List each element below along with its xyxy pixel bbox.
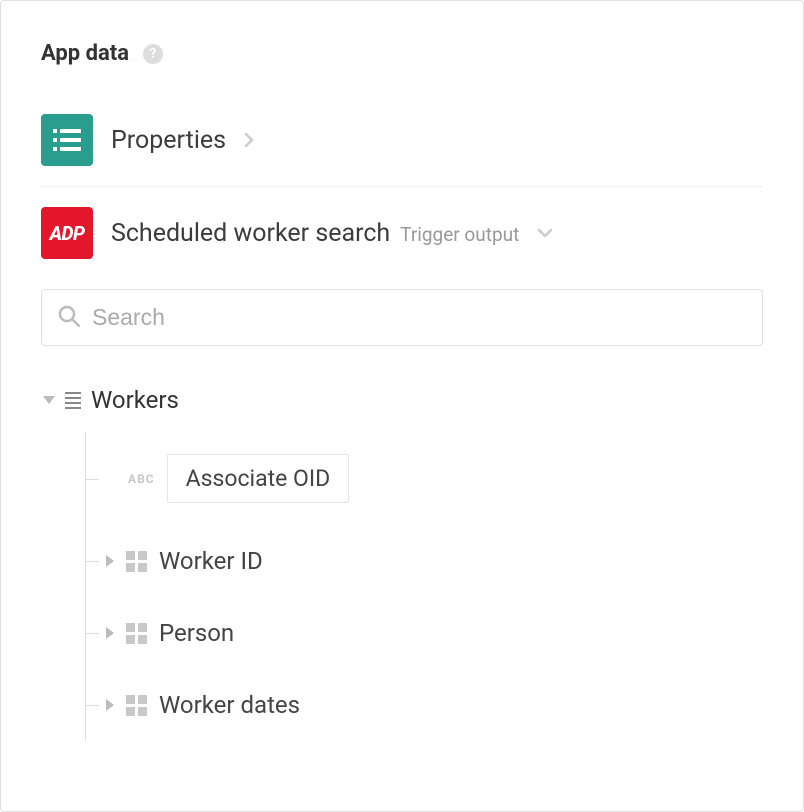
search-input[interactable] (92, 304, 746, 331)
tree-item-worker-id[interactable]: Worker ID (86, 525, 763, 597)
properties-icon (41, 114, 93, 166)
adp-icon: ADP (41, 207, 93, 259)
type-badge-text: ABC (128, 472, 155, 486)
object-icon (126, 695, 147, 716)
properties-row[interactable]: Properties (41, 94, 763, 187)
trigger-label: Scheduled worker search (111, 219, 390, 248)
chevron-down-icon (537, 228, 553, 238)
tree-children: ABC Associate OID Worker ID Person Work (85, 432, 763, 741)
tree-item-pill[interactable]: Associate OID (167, 454, 350, 503)
data-tree: Workers ABC Associate OID Worker ID Pers… (41, 386, 763, 741)
collapse-icon[interactable] (43, 396, 55, 404)
list-lines-icon (65, 392, 81, 409)
tree-root-label: Workers (91, 386, 179, 414)
panel-header: App data ? (41, 41, 763, 66)
help-icon[interactable]: ? (143, 44, 163, 64)
object-icon (126, 551, 147, 572)
tree-item-person[interactable]: Person (86, 597, 763, 669)
properties-label: Properties (111, 126, 226, 155)
tree-item-label: Person (159, 619, 234, 647)
tree-item-label: Worker ID (159, 547, 263, 575)
trigger-row[interactable]: ADP Scheduled worker search Trigger outp… (41, 187, 763, 279)
expand-icon[interactable] (106, 627, 114, 639)
tree-item-associate-oid[interactable]: ABC Associate OID (86, 432, 763, 525)
list-icon (53, 129, 81, 151)
panel-title: App data (41, 41, 129, 66)
tree-item-label: Worker dates (159, 691, 300, 719)
tree-root-workers[interactable]: Workers (43, 386, 763, 414)
object-icon (126, 623, 147, 644)
tree-item-worker-dates[interactable]: Worker dates (86, 669, 763, 741)
trigger-text-group: Scheduled worker search Trigger output (111, 219, 519, 248)
expand-icon[interactable] (106, 699, 114, 711)
expand-icon[interactable] (106, 555, 114, 567)
chevron-right-icon (244, 133, 254, 147)
search-icon (58, 305, 80, 331)
trigger-sublabel: Trigger output (400, 223, 519, 246)
search-box[interactable] (41, 289, 763, 346)
adp-badge-text: ADP (50, 222, 85, 245)
